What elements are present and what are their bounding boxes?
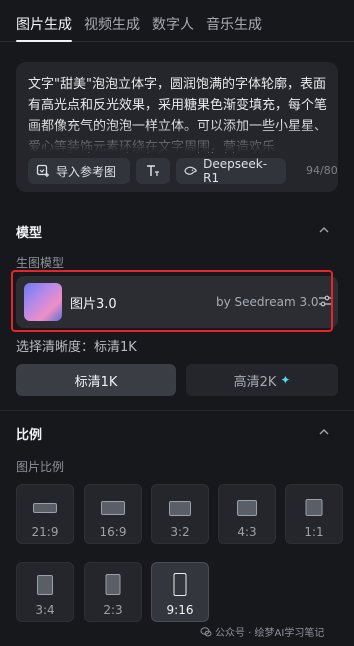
clarity-hd-label: 高清2K <box>233 374 277 390</box>
deepseek-label: Deepseek-R1 <box>203 157 268 185</box>
sparkle-icon: ✦ <box>280 373 291 387</box>
ratio-sub-label: 图片比例 <box>16 460 65 474</box>
ratio-label: 1:1 <box>304 525 324 539</box>
ratio-shape-icon <box>33 503 57 513</box>
ratio-option-4-3[interactable]: 4:3 <box>218 484 276 544</box>
image-model-label: 生图模型 <box>16 256 65 270</box>
ratio-option-1-1[interactable]: 1:1 <box>285 484 343 544</box>
model-section-title: 模型 <box>16 226 43 241</box>
ratio-label: 9:16 <box>166 603 194 617</box>
clarity-sd-label: 标清1K <box>74 374 118 390</box>
ratio-option-16-9[interactable]: 16:9 <box>84 484 142 544</box>
tab-music-generation[interactable]: 音乐生成 <box>206 14 262 34</box>
ratio-label: 4:3 <box>237 525 257 539</box>
deepseek-whale-icon <box>184 166 197 175</box>
image-add-icon <box>36 164 49 177</box>
ratio-option-3-4[interactable]: 3:4 <box>16 562 74 622</box>
tab-digital-human[interactable]: 数字人 <box>152 14 194 34</box>
ratio-shape-icon <box>305 499 323 516</box>
ratio-option-2-3[interactable]: 2:3 <box>84 562 142 622</box>
chevron-up-icon[interactable] <box>318 224 330 236</box>
import-reference-label: 导入参考图 <box>56 164 117 179</box>
ratio-shape-icon <box>173 573 187 596</box>
deepseek-button[interactable]: Deepseek-R1 <box>176 157 286 185</box>
ratio-shape-icon <box>237 500 257 516</box>
tab-image-generation[interactable]: 图片生成 <box>16 14 72 34</box>
active-tab-indicator <box>16 40 72 42</box>
ratio-option-21-9[interactable]: 21:9 <box>16 484 74 544</box>
ratio-label: 16:9 <box>99 525 127 539</box>
chevron-up-icon[interactable] <box>318 426 330 438</box>
ratio-option-9-16[interactable]: 9:16 <box>151 562 209 622</box>
text-format-icon <box>147 165 159 176</box>
wechat-icon <box>200 626 212 636</box>
ratio-shape-icon <box>105 574 121 595</box>
ratio-shape-icon <box>101 501 125 515</box>
prompt-fade <box>16 122 338 152</box>
ratio-label: 3:2 <box>170 525 190 539</box>
ratio-label: 2:3 <box>103 603 123 617</box>
section-divider <box>0 410 354 411</box>
clarity-sd-button[interactable]: 标清1K <box>16 364 176 396</box>
ratio-shape-icon <box>169 501 191 516</box>
import-reference-button[interactable]: 导入参考图 <box>28 158 130 184</box>
ratio-label: 21:9 <box>31 525 59 539</box>
prompt-card: 文字"甜美"泡泡立体字，圆润饱满的字体轮廓，表面有高光点和反光效果，采用糖果色渐… <box>16 62 338 192</box>
top-tabs: 图片生成 视频生成 数字人 音乐生成 <box>0 0 354 42</box>
watermark-text: 公众号 · 绘梦AI学习笔记 <box>215 628 325 639</box>
clarity-hd-button[interactable]: 高清2K ✦ <box>186 364 338 396</box>
tab-video-generation[interactable]: 视频生成 <box>84 14 140 34</box>
text-format-button[interactable] <box>136 158 170 184</box>
ratio-section-title: 比例 <box>16 428 43 443</box>
clarity-label: 选择清晰度：标清1K <box>16 340 137 355</box>
ratio-option-3-2[interactable]: 3:2 <box>151 484 209 544</box>
ratio-shape-icon <box>37 575 53 595</box>
red-highlight-box <box>11 270 333 332</box>
ratio-label: 3:4 <box>35 603 55 617</box>
watermark: 公众号 · 绘梦AI学习笔记 <box>200 624 324 639</box>
character-counter: 94/800 <box>306 164 338 177</box>
